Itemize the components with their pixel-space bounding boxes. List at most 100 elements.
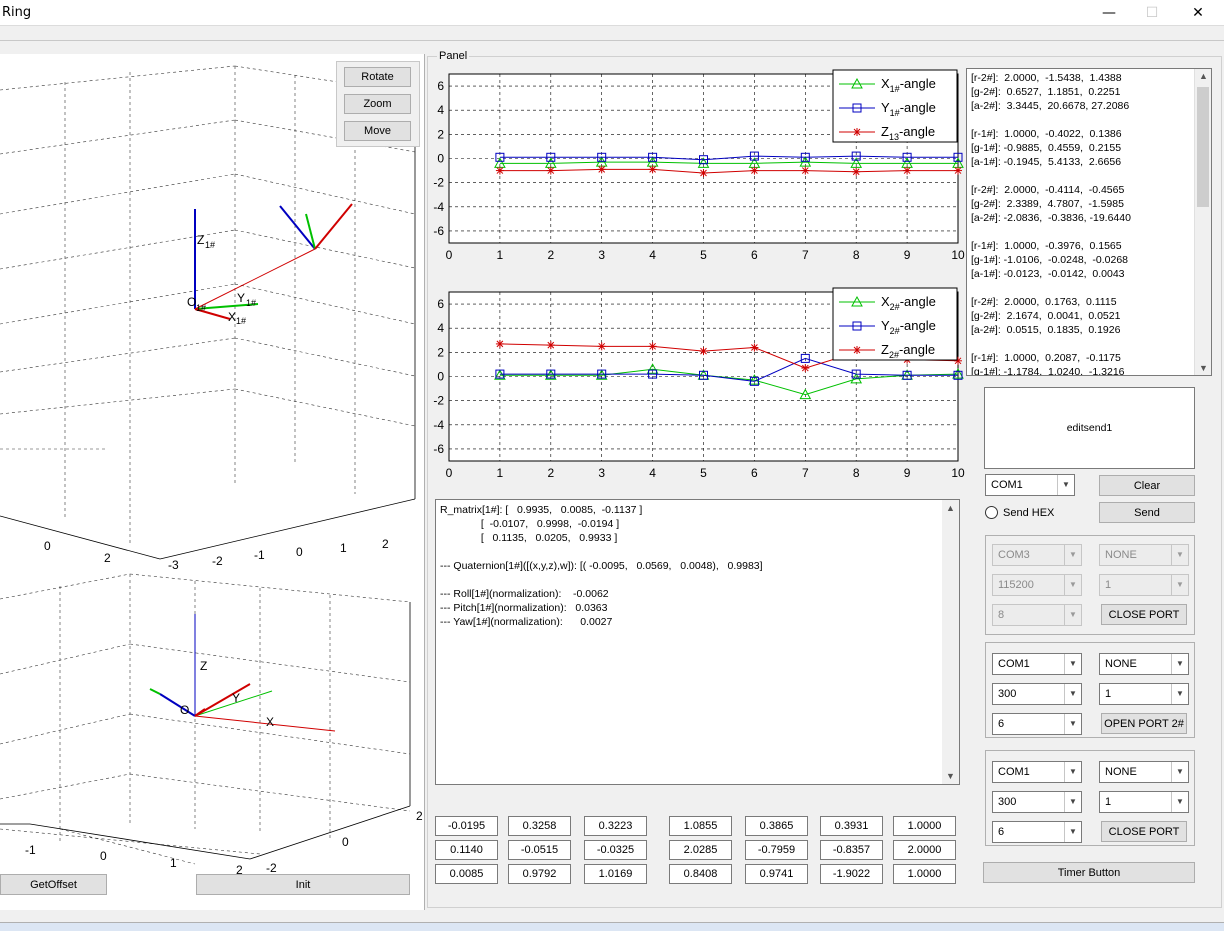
chevron-down-icon[interactable]: ▼ bbox=[1064, 605, 1081, 625]
chevron-down-icon[interactable]: ▼ bbox=[1057, 475, 1074, 495]
port-parity-select[interactable]: NONE ▼ bbox=[1099, 761, 1189, 783]
value-cell[interactable]: 0.1140 bbox=[435, 840, 498, 860]
x-tick-label: 1 bbox=[497, 248, 504, 262]
log-textbox[interactable]: [r-2#]: 2.0000, -1.5438, 1.4388 [g-2#]: 0… bbox=[966, 68, 1212, 376]
tick-label: 0 bbox=[100, 849, 107, 863]
chevron-down-icon[interactable]: ▼ bbox=[1064, 762, 1081, 782]
chevron-down-icon[interactable]: ▼ bbox=[1171, 575, 1188, 595]
value-cell[interactable]: -0.0515 bbox=[508, 840, 571, 860]
port-data_bits-select[interactable]: 8 ▼ bbox=[992, 604, 1082, 626]
scroll-thumb[interactable] bbox=[1197, 87, 1209, 207]
port-stop-select[interactable]: 1 ▼ bbox=[1099, 791, 1189, 813]
value-cell[interactable]: 0.3865 bbox=[745, 816, 808, 836]
scroll-down-icon[interactable]: ▼ bbox=[1199, 363, 1208, 373]
chevron-down-icon[interactable]: ▼ bbox=[1064, 654, 1081, 674]
tick-label: -1 bbox=[254, 548, 265, 562]
value-cell[interactable]: 0.9741 bbox=[745, 864, 808, 884]
port-data_bits-select[interactable]: 6 ▼ bbox=[992, 713, 1082, 735]
rotate-button[interactable]: Rotate bbox=[344, 67, 411, 87]
edit-send-box[interactable]: editsend1 bbox=[984, 387, 1195, 469]
value-cell[interactable]: -0.7959 bbox=[745, 840, 808, 860]
scroll-up-icon[interactable]: ▲ bbox=[1199, 71, 1208, 81]
chevron-down-icon[interactable]: ▼ bbox=[1064, 545, 1081, 565]
minimize-button[interactable]: — bbox=[1086, 0, 1132, 26]
value-cell[interactable]: 1.0169 bbox=[584, 864, 647, 884]
port-port-select[interactable]: COM1 ▼ bbox=[992, 653, 1082, 675]
timer-button[interactable]: Timer Button bbox=[983, 862, 1195, 883]
log-scrollbar[interactable]: ▲ ▼ bbox=[1194, 69, 1211, 375]
tick-label: 1 bbox=[340, 541, 347, 555]
chevron-down-icon[interactable]: ▼ bbox=[1064, 822, 1081, 842]
log-line: [g-1#]: -1.1784, 1.0240, -1.3216 bbox=[971, 366, 1125, 376]
com-select[interactable]: COM1 ▼ bbox=[985, 474, 1075, 496]
port-baud-select[interactable]: 300 ▼ bbox=[992, 791, 1082, 813]
chevron-down-icon[interactable]: ▼ bbox=[1171, 762, 1188, 782]
clear-button[interactable]: Clear bbox=[1099, 475, 1195, 496]
chevron-down-icon[interactable]: ▼ bbox=[1171, 792, 1188, 812]
port-toggle-button[interactable]: CLOSE PORT bbox=[1101, 604, 1187, 625]
port-stop-select[interactable]: 1 ▼ bbox=[1099, 574, 1189, 596]
value-cell[interactable]: 0.3223 bbox=[584, 816, 647, 836]
value-cell[interactable]: 0.9792 bbox=[508, 864, 571, 884]
send-hex-radio[interactable]: Send HEX bbox=[985, 506, 1054, 519]
value-cell[interactable]: -0.8357 bbox=[820, 840, 883, 860]
data-point bbox=[903, 166, 912, 175]
port-port-select[interactable]: COM1 ▼ bbox=[992, 761, 1082, 783]
chevron-down-icon[interactable]: ▼ bbox=[1064, 792, 1081, 812]
send-button[interactable]: Send bbox=[1099, 502, 1195, 523]
chevron-down-icon[interactable]: ▼ bbox=[1171, 684, 1188, 704]
x-tick-label: 4 bbox=[649, 248, 656, 262]
value-cell[interactable]: 1.0000 bbox=[893, 816, 956, 836]
value-cell[interactable]: 0.3258 bbox=[508, 816, 571, 836]
port-baud-value: 115200 bbox=[998, 579, 1034, 591]
port-port-select[interactable]: COM3 ▼ bbox=[992, 544, 1082, 566]
scroll-up-icon[interactable]: ▲ bbox=[946, 503, 955, 513]
value-cell[interactable]: -0.0195 bbox=[435, 816, 498, 836]
tick-label: 2 bbox=[382, 537, 389, 551]
radio-icon[interactable] bbox=[985, 506, 998, 519]
value-cell[interactable]: 0.3931 bbox=[820, 816, 883, 836]
port-toggle-button[interactable]: CLOSE PORT bbox=[1101, 821, 1187, 842]
view3d-panel[interactable]: 0 2 -3 -2 -1 0 1 2 Z 1# Y 1# O 1# X 1# -… bbox=[0, 54, 425, 910]
zoom-button[interactable]: Zoom bbox=[344, 94, 411, 114]
value-cell[interactable]: 2.0285 bbox=[669, 840, 732, 860]
maximize-button[interactable]: ☐ bbox=[1129, 0, 1175, 26]
chevron-down-icon[interactable]: ▼ bbox=[1064, 575, 1081, 595]
send-hex-label: Send HEX bbox=[1003, 506, 1055, 519]
log-line: [r-1#]: 1.0000, 0.2087, -0.1175 bbox=[971, 352, 1121, 364]
view3d-canvas[interactable]: 0 2 -3 -2 -1 0 1 2 Z 1# Y 1# O 1# X 1# -… bbox=[0, 54, 425, 910]
data-point bbox=[546, 341, 555, 350]
axis-label-z: Z bbox=[200, 659, 207, 673]
port-toggle-button[interactable]: OPEN PORT 2# bbox=[1101, 713, 1187, 734]
chevron-down-icon[interactable]: ▼ bbox=[1064, 714, 1081, 734]
value-cell[interactable]: 2.0000 bbox=[893, 840, 956, 860]
port-baud-select[interactable]: 300 ▼ bbox=[992, 683, 1082, 705]
port-parity-select[interactable]: NONE ▼ bbox=[1099, 653, 1189, 675]
port-baud-select[interactable]: 115200 ▼ bbox=[992, 574, 1082, 596]
port-parity-select[interactable]: NONE ▼ bbox=[1099, 544, 1189, 566]
x-tick-label: 5 bbox=[700, 248, 707, 262]
port-stop-select[interactable]: 1 ▼ bbox=[1099, 683, 1189, 705]
scroll-down-icon[interactable]: ▼ bbox=[946, 771, 955, 781]
port-parity-value: NONE bbox=[1105, 766, 1137, 778]
value-cell[interactable]: 1.0855 bbox=[669, 816, 732, 836]
matrix-textbox[interactable]: R_matrix[1#]: [ 0.9935, 0.0085, -0.1137 … bbox=[435, 499, 960, 785]
y-tick-label: 2 bbox=[437, 127, 444, 141]
chevron-down-icon[interactable]: ▼ bbox=[1064, 684, 1081, 704]
value-cell[interactable]: -0.0325 bbox=[584, 840, 647, 860]
value-cell[interactable]: -1.9022 bbox=[820, 864, 883, 884]
matrix-scrollbar[interactable]: ▲ ▼ bbox=[942, 500, 959, 784]
chevron-down-icon[interactable]: ▼ bbox=[1171, 545, 1188, 565]
value-cell[interactable]: 0.8408 bbox=[669, 864, 732, 884]
axis-label-sub: 1# bbox=[205, 240, 215, 250]
move-button[interactable]: Move bbox=[344, 121, 411, 141]
port-data_bits-select[interactable]: 6 ▼ bbox=[992, 821, 1082, 843]
close-button[interactable]: ✕ bbox=[1175, 0, 1221, 26]
get-offset-button[interactable]: GetOffset bbox=[0, 874, 107, 895]
value-cell[interactable]: 0.0085 bbox=[435, 864, 498, 884]
value-cell[interactable]: 1.0000 bbox=[893, 864, 956, 884]
y-tick-label: -6 bbox=[433, 442, 444, 456]
chevron-down-icon[interactable]: ▼ bbox=[1171, 654, 1188, 674]
x-tick-label: 7 bbox=[802, 466, 809, 480]
init-button[interactable]: Init bbox=[196, 874, 410, 895]
